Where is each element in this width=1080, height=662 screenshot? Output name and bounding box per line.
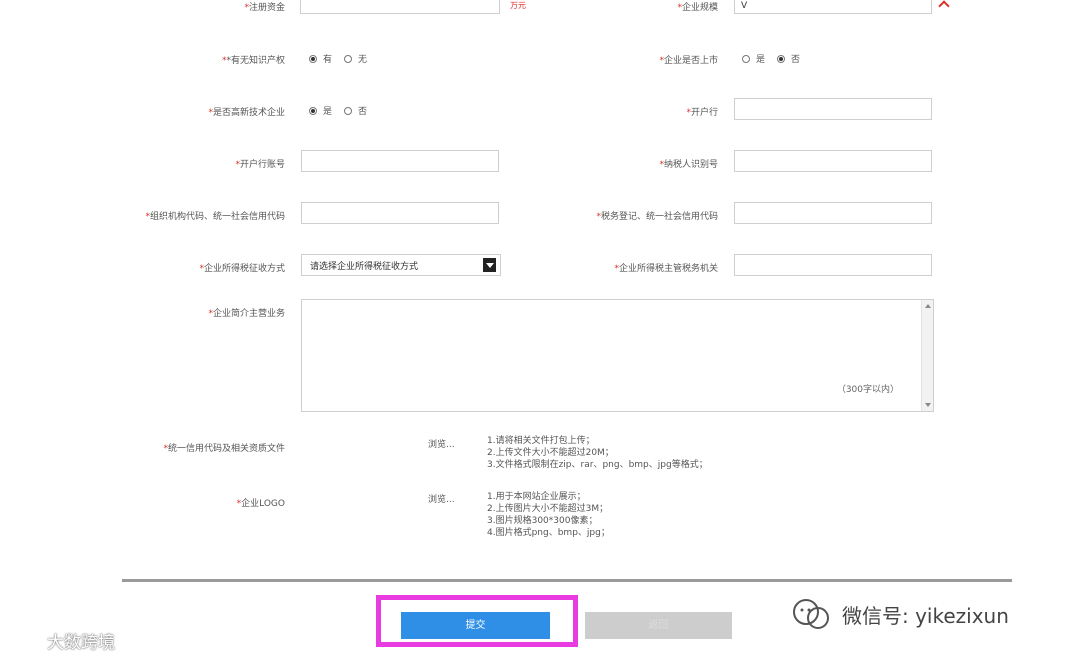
wechat-icon (793, 599, 829, 629)
logo-note: 3.图片规格300*300像素； (487, 516, 598, 526)
ip-label: **有无知识产权 (221, 56, 285, 66)
back-button[interactable]: 返回 (585, 612, 732, 639)
scroll-up-icon[interactable] (925, 304, 931, 308)
hightech-no-label: 否 (358, 107, 368, 117)
brand-watermark: 大数跨境 (6, 628, 115, 653)
wechat-watermark: 微信号: yikezixun (790, 596, 1009, 632)
ip-radio-group[interactable]: 有 无 (309, 52, 367, 65)
brand-logo-icon (8, 633, 40, 648)
hightech-yes-label: 是 (323, 107, 333, 117)
listed-yes-label: 是 (756, 55, 766, 65)
logo-label: *企业LOGO (237, 496, 285, 509)
logo-note: 1.用于本网站企业展示； (487, 492, 586, 502)
orgcode-input[interactable] (301, 202, 499, 224)
taxauthority-label: *企业所得税主管税务机关 (614, 261, 718, 274)
taxmode-select-value: 请选择企业所得税征收方式 (310, 262, 419, 272)
logo-note: 2.上传图片大小不能超过3M； (487, 504, 609, 514)
listed-no-label: 否 (791, 55, 801, 65)
company-scale-select[interactable]: V (734, 0, 932, 14)
account-input[interactable] (301, 150, 499, 172)
label-text: 是否高新技术企业 (212, 108, 285, 118)
chevron-down-icon[interactable] (483, 258, 496, 272)
label-text: 企业是否上市 (663, 56, 718, 66)
company-scale-label: *企业规模 (677, 0, 718, 13)
intro-label: *企业简介主营业务 (208, 306, 285, 319)
logo-notes: 1.用于本网站企业展示； 2.上传图片大小不能超过3M； 3.图片规格300*3… (487, 491, 610, 539)
listed-no-radio[interactable] (777, 54, 786, 63)
label-text: 统一信用代码及相关资质文件 (167, 444, 285, 454)
label-text: 企业LOGO (241, 499, 285, 509)
ip-yes-radio[interactable] (309, 54, 317, 63)
license-note: 3.文件格式限制在zip、rar、png、bmp、jpg等格式； (487, 460, 708, 470)
license-note: 1.请将相关文件打包上传； (487, 436, 595, 446)
registered-capital-field[interactable] (300, 0, 500, 14)
ip-no-radio[interactable] (344, 54, 353, 63)
orgcode-label: *组织机构代码、统一社会信用代码 (145, 209, 285, 222)
bank-input[interactable] (734, 98, 932, 120)
label-text: 企业简介主营业务 (212, 309, 285, 319)
taxauthority-input[interactable] (734, 254, 932, 276)
intro-hint: （300字以内） (836, 385, 899, 395)
ip-no-label: 无 (358, 55, 368, 65)
license-label: *统一信用代码及相关资质文件 (163, 441, 285, 454)
bank-label: *开户行 (686, 105, 718, 118)
license-note: 2.上传文件大小不能超过20M； (487, 448, 614, 458)
listed-yes-radio[interactable] (742, 54, 750, 63)
registered-capital-unit: 万元 (510, 1, 526, 10)
label-text: 开户行 (690, 108, 718, 118)
scroll-down-icon[interactable] (925, 403, 931, 407)
label-text: 纳税人识别号 (663, 160, 718, 170)
taxreg-input[interactable] (734, 202, 932, 224)
hightech-yes-radio[interactable] (309, 106, 317, 115)
hightech-no-radio[interactable] (344, 106, 353, 115)
wechat-watermark-text: 微信号: yikezixun (842, 603, 1009, 628)
hightech-radio-group[interactable]: 是 否 (309, 104, 367, 117)
license-browse-button[interactable]: 浏览... (428, 437, 455, 450)
label-text: 注册资金 (248, 3, 285, 13)
ip-yes-label: 有 (323, 55, 333, 65)
hightech-label: *是否高新技术企业 (208, 105, 285, 118)
intro-textarea[interactable]: （300字以内） (301, 299, 934, 412)
label-text: 开户行账号 (239, 160, 285, 170)
account-label: *开户行账号 (235, 157, 285, 170)
logo-note: 4.图片格式png、bmp、jpg； (487, 528, 610, 538)
label-text: 税务登记、统一社会信用代码 (600, 212, 718, 222)
taxmode-select[interactable]: 请选择企业所得税征收方式 (301, 254, 501, 276)
label-text: 企业所得税主管税务机关 (618, 264, 718, 274)
textarea-scrollbar[interactable] (921, 300, 933, 411)
label-text: 企业所得税征收方式 (203, 264, 285, 274)
brand-watermark-text: 大数跨境 (47, 633, 115, 653)
listed-radio-group[interactable]: 是 否 (742, 52, 800, 65)
license-notes: 1.请将相关文件打包上传； 2.上传文件大小不能超过20M； 3.文件格式限制在… (487, 435, 708, 471)
taxid-input[interactable] (734, 150, 932, 172)
taxmode-label: *企业所得税征收方式 (199, 261, 285, 274)
submit-button[interactable]: 提交 (401, 612, 550, 639)
taxreg-label: *税务登记、统一社会信用代码 (596, 209, 718, 222)
logo-browse-button[interactable]: 浏览... (428, 492, 455, 505)
label-text: 组织机构代码、统一社会信用代码 (149, 212, 285, 222)
listed-label: *企业是否上市 (659, 53, 718, 66)
registered-capital-label: *注册资金 (244, 0, 285, 13)
label-text: 企业规模 (681, 3, 718, 13)
taxid-label: *纳税人识别号 (659, 157, 718, 170)
